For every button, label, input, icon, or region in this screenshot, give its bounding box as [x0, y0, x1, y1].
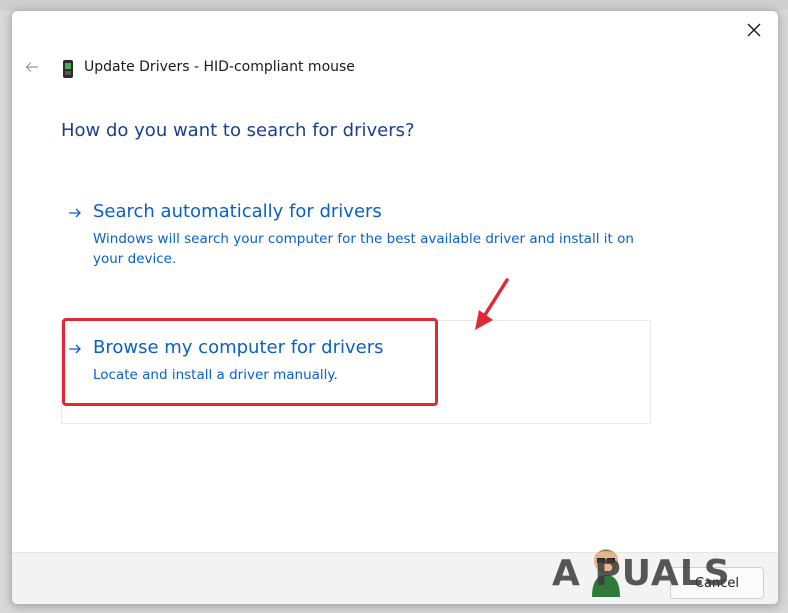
dialog-footer: Cancel [12, 552, 778, 604]
option-description: Windows will search your computer for th… [93, 231, 634, 267]
close-button[interactable] [734, 13, 774, 47]
arrow-right-icon [69, 208, 81, 218]
search-automatically-option[interactable]: Search automatically for drivers Windows… [61, 201, 651, 281]
option-title: Search automatically for drivers [93, 201, 382, 222]
page-heading: How do you want to search for drivers? [61, 120, 415, 141]
background-window-edge [0, 0, 788, 10]
option-title: Browse my computer for drivers [93, 337, 384, 358]
back-button[interactable] [20, 55, 44, 79]
red-callout-arrow-icon [475, 278, 509, 330]
cancel-button[interactable]: Cancel [670, 567, 764, 599]
browse-computer-option[interactable]: Browse my computer for drivers Locate an… [61, 320, 651, 424]
arrow-right-icon [69, 344, 81, 354]
dialog-title: Update Drivers - HID-compliant mouse [84, 59, 355, 75]
update-drivers-dialog: Update Drivers - HID-compliant mouse How… [11, 10, 779, 605]
option-description: Locate and install a driver manually. [93, 367, 338, 383]
back-arrow-icon [25, 62, 38, 72]
close-icon [747, 23, 761, 37]
mouse-device-icon [63, 60, 73, 78]
